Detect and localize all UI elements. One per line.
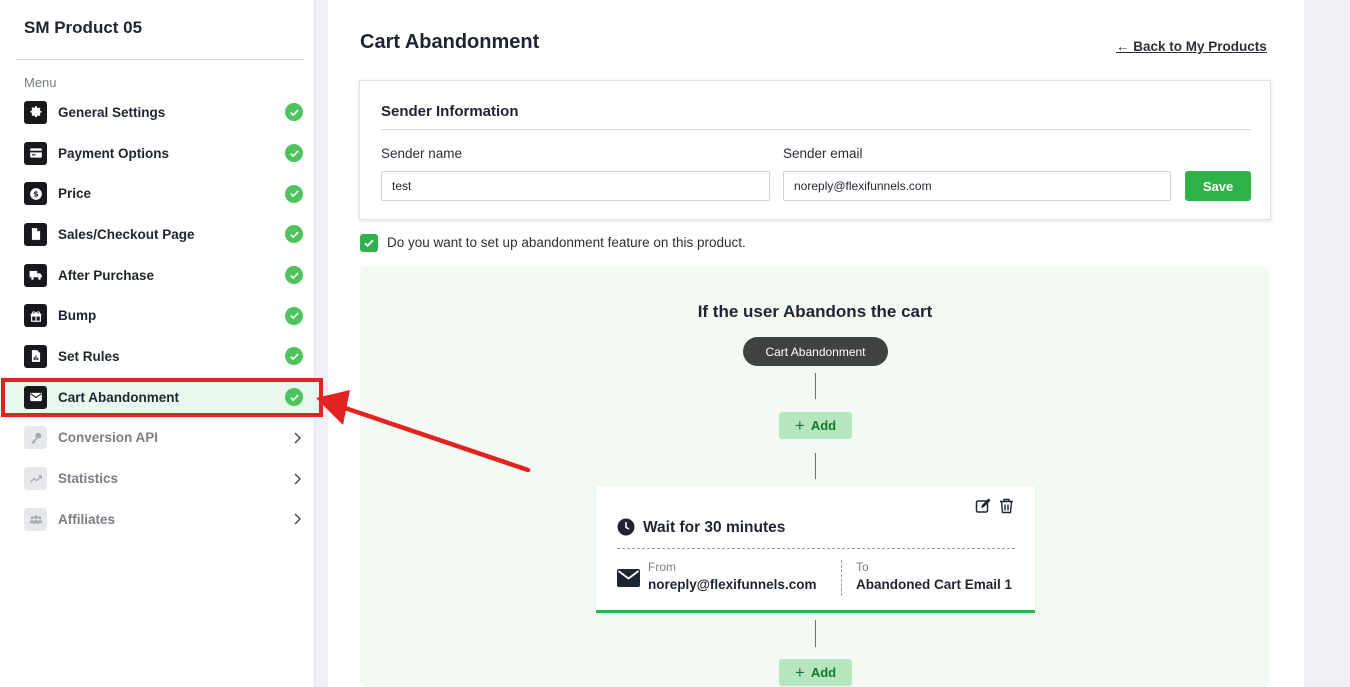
- sidebar-item-after-purchase[interactable]: After Purchase: [0, 255, 315, 296]
- connector-line: [815, 373, 816, 399]
- sidebar-item-label: After Purchase: [58, 267, 155, 283]
- add-label: Add: [810, 665, 837, 680]
- key-icon: [24, 426, 47, 450]
- chevron-right-icon: [294, 432, 302, 444]
- check-circle-icon: [285, 388, 303, 407]
- save-button[interactable]: Save: [1185, 171, 1251, 201]
- sidebar-item-label: Affiliates: [58, 511, 116, 527]
- divider: [617, 548, 1015, 549]
- sender-email-input[interactable]: [783, 171, 1171, 201]
- arrow-left-icon: ←: [1116, 39, 1130, 54]
- connector-line: [815, 453, 816, 479]
- sidebar-item-affiliates[interactable]: Affiliates: [0, 499, 315, 540]
- abandonment-flow-canvas: If the user Abandons the cart Cart Aband…: [360, 266, 1270, 687]
- sender-name-input[interactable]: [381, 171, 770, 201]
- abandonment-feature-label: Do you want to set up abandonment featur…: [387, 235, 746, 250]
- edit-icon[interactable]: [975, 498, 991, 514]
- gift-icon: [24, 304, 47, 328]
- connector-line: [815, 620, 816, 647]
- sidebar-item-general-settings[interactable]: General Settings: [0, 92, 315, 133]
- truck-icon: [24, 263, 47, 287]
- document-icon: [24, 222, 47, 246]
- sidebar-item-cart-abandonment[interactable]: Cart Abandonment: [0, 376, 315, 418]
- wait-email-step-card[interactable]: Wait for 30 minutes From noreply@flexifu…: [596, 486, 1035, 613]
- trend-icon: [24, 467, 47, 491]
- check-circle-icon: [285, 306, 303, 325]
- sidebar-item-label: Payment Options: [58, 145, 170, 161]
- sidebar-item-conversion-api[interactable]: Conversion API: [0, 418, 315, 459]
- envelope-icon: [617, 569, 640, 587]
- add-step-button[interactable]: + Add: [779, 659, 852, 686]
- sidebar: SM Product 05 Menu General Settings Paym…: [0, 0, 315, 687]
- sidebar-item-label: Cart Abandonment: [58, 389, 179, 405]
- from-value: noreply@flexifunnels.com: [648, 577, 817, 592]
- page-title: Cart Abandonment: [360, 31, 540, 53]
- sender-information-card: Sender Information Sender name Sender em…: [359, 80, 1271, 220]
- gear-icon: [24, 100, 47, 124]
- plus-icon: +: [794, 416, 805, 435]
- sidebar-item-label: Price: [58, 186, 92, 202]
- sender-email-label: Sender email: [783, 146, 863, 161]
- add-label: Add: [810, 418, 837, 433]
- check-circle-icon: [285, 266, 303, 285]
- check-circle-icon: [285, 144, 303, 163]
- from-label: From: [648, 560, 676, 574]
- svg-text:$: $: [33, 189, 38, 198]
- sidebar-item-sales-checkout-page[interactable]: Sales/Checkout Page: [0, 214, 315, 255]
- sidebar-item-label: Bump: [58, 308, 97, 324]
- sidebar-menu: General Settings Payment Options $ Price…: [0, 92, 315, 540]
- sidebar-item-label: Conversion API: [58, 430, 159, 446]
- sidebar-item-label: Statistics: [58, 471, 119, 487]
- sidebar-item-label: Set Rules: [58, 348, 120, 364]
- divider: [381, 129, 1251, 130]
- add-step-button[interactable]: + Add: [779, 412, 852, 439]
- sender-information-title: Sender Information: [381, 103, 519, 120]
- back-to-products-link[interactable]: ← Back to My Products: [1116, 39, 1267, 54]
- clock-icon: [617, 518, 635, 536]
- sidebar-item-statistics[interactable]: Statistics: [0, 458, 315, 499]
- chevron-right-icon: [294, 473, 302, 485]
- sidebar-item-payment-options[interactable]: Payment Options: [0, 133, 315, 174]
- check-circle-icon: [285, 347, 303, 366]
- sidebar-item-label: General Settings: [58, 104, 166, 120]
- check-circle-icon: [285, 184, 303, 203]
- check-circle-icon: [285, 225, 303, 244]
- sidebar-item-set-rules[interactable]: Set Rules: [0, 336, 315, 377]
- file-chart-icon: [24, 344, 47, 368]
- dollar-icon: $: [24, 182, 47, 206]
- envelope-icon: [24, 385, 47, 409]
- back-link-label: Back to My Products: [1133, 39, 1267, 54]
- sidebar-divider: [16, 59, 304, 60]
- divider: [841, 560, 842, 596]
- chevron-right-icon: [294, 513, 302, 525]
- to-value: Abandoned Cart Email 1: [856, 577, 1013, 592]
- credit-card-icon: [24, 141, 47, 165]
- sidebar-item-label: Sales/Checkout Page: [58, 226, 195, 242]
- product-title: SM Product 05: [24, 18, 143, 37]
- sender-name-label: Sender name: [381, 146, 463, 161]
- plus-icon: +: [794, 663, 805, 682]
- users-icon: [24, 507, 47, 531]
- to-label: To: [856, 560, 869, 574]
- trigger-pill: Cart Abandonment: [743, 337, 888, 366]
- step-title: Wait for 30 minutes: [643, 519, 786, 536]
- abandonment-feature-checkbox[interactable]: [360, 234, 378, 252]
- check-circle-icon: [285, 103, 303, 122]
- menu-label: Menu: [24, 75, 57, 90]
- main-panel: Cart Abandonment ← Back to My Products S…: [328, 0, 1304, 687]
- checkmark-icon: [364, 239, 374, 248]
- sidebar-item-bump[interactable]: Bump: [0, 295, 315, 336]
- trash-icon[interactable]: [999, 498, 1014, 514]
- sidebar-item-price[interactable]: $ Price: [0, 173, 315, 214]
- flow-title: If the user Abandons the cart: [697, 302, 933, 321]
